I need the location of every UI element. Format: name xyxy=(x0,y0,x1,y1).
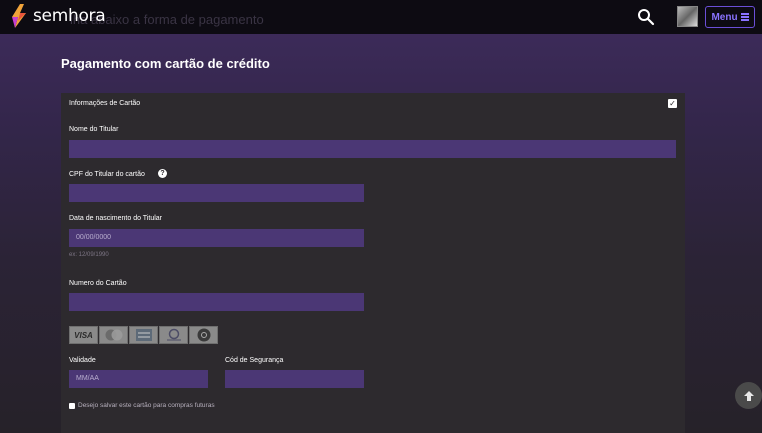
card-brands: VISA xyxy=(69,326,218,344)
holder-name-label: Nome do Titular xyxy=(69,126,119,133)
visa-text: VISA xyxy=(74,330,93,340)
logo-text: semhora xyxy=(33,6,106,26)
visa-icon[interactable]: VISA xyxy=(69,326,98,344)
arrow-up-icon xyxy=(743,390,754,401)
logo-icon xyxy=(12,4,26,28)
save-card-row[interactable]: Desejo salvar este cartão para compras f… xyxy=(69,402,215,409)
card-info-panel: Informações de Cartão ✓ Nome do Titular … xyxy=(61,93,685,433)
avatar[interactable] xyxy=(677,6,698,27)
menu-label: Menu xyxy=(711,11,738,23)
holder-name-input[interactable] xyxy=(69,140,676,158)
question-icon[interactable]: ? xyxy=(158,169,167,178)
elo-icon[interactable] xyxy=(189,326,218,344)
validity-label: Validade xyxy=(69,357,96,364)
birth-label: Data de nascimento do Titular xyxy=(69,215,162,222)
scroll-top-button[interactable] xyxy=(735,382,762,409)
menu-button[interactable]: Menu xyxy=(705,6,755,28)
cvv-input[interactable] xyxy=(225,370,364,388)
page-title: Pagamento com cartão de crédito xyxy=(61,56,270,71)
birth-input[interactable]: 00/00/0000 xyxy=(69,229,364,247)
birth-hint: ex: 12/09/1990 xyxy=(69,252,109,258)
validity-input[interactable]: MM/AA xyxy=(69,370,208,388)
card-number-input[interactable] xyxy=(69,293,364,311)
cpf-input[interactable] xyxy=(69,184,364,202)
top-bar: lha abaixo a forma de pagamento semhora … xyxy=(0,0,762,34)
amex-icon[interactable] xyxy=(129,326,158,344)
search-button[interactable] xyxy=(637,8,655,26)
section-title: Informações de Cartão xyxy=(69,100,141,107)
diners-icon[interactable] xyxy=(159,326,188,344)
save-card-label: Desejo salvar este cartão para compras f… xyxy=(78,402,215,409)
cpf-label: CPF do Titular do cartão xyxy=(69,171,145,178)
save-card-checkbox[interactable] xyxy=(69,402,75,409)
mastercard-icon[interactable] xyxy=(99,326,128,344)
search-icon xyxy=(638,9,655,26)
collapse-check-icon[interactable]: ✓ xyxy=(668,99,677,108)
hamburger-icon xyxy=(740,12,749,23)
cvv-label: Cód de Segurança xyxy=(225,357,284,364)
logo[interactable]: semhora xyxy=(10,3,106,29)
card-number-label: Numero do Cartão xyxy=(69,280,127,287)
